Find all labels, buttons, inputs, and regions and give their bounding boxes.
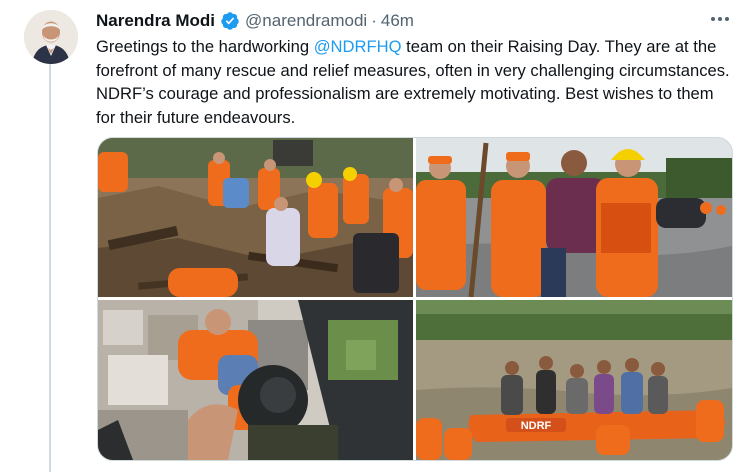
avatar[interactable] [24,10,78,64]
more-options-icon[interactable] [705,8,735,30]
timestamp[interactable]: 46m [381,11,414,31]
author-handle[interactable]: @narendramodi [245,11,367,31]
tweet[interactable]: Narendra Modi @narendramodi · 46m Greeti… [0,0,750,472]
photo-boat-rescue[interactable]: NDRF [416,300,732,460]
separator-dot: · [371,11,377,30]
text-part: Greetings to the hardworking [96,37,314,56]
media-grid: NDRF [97,137,733,461]
photo-flood-carry[interactable] [416,138,732,297]
avatar-image [24,10,78,64]
photo-debris-rescue[interactable] [98,138,413,297]
tweet-header: Narendra Modi @narendramodi · 46m [96,10,414,32]
verified-badge-icon [221,12,239,30]
photo-helicopter-rescue[interactable] [98,300,413,460]
boat-label: NDRF [521,420,552,432]
author-name[interactable]: Narendra Modi [96,11,215,31]
mention-link[interactable]: @NDRFHQ [314,37,402,56]
thread-line [49,62,51,472]
tweet-text: Greetings to the hardworking @NDRFHQ tea… [96,35,731,129]
